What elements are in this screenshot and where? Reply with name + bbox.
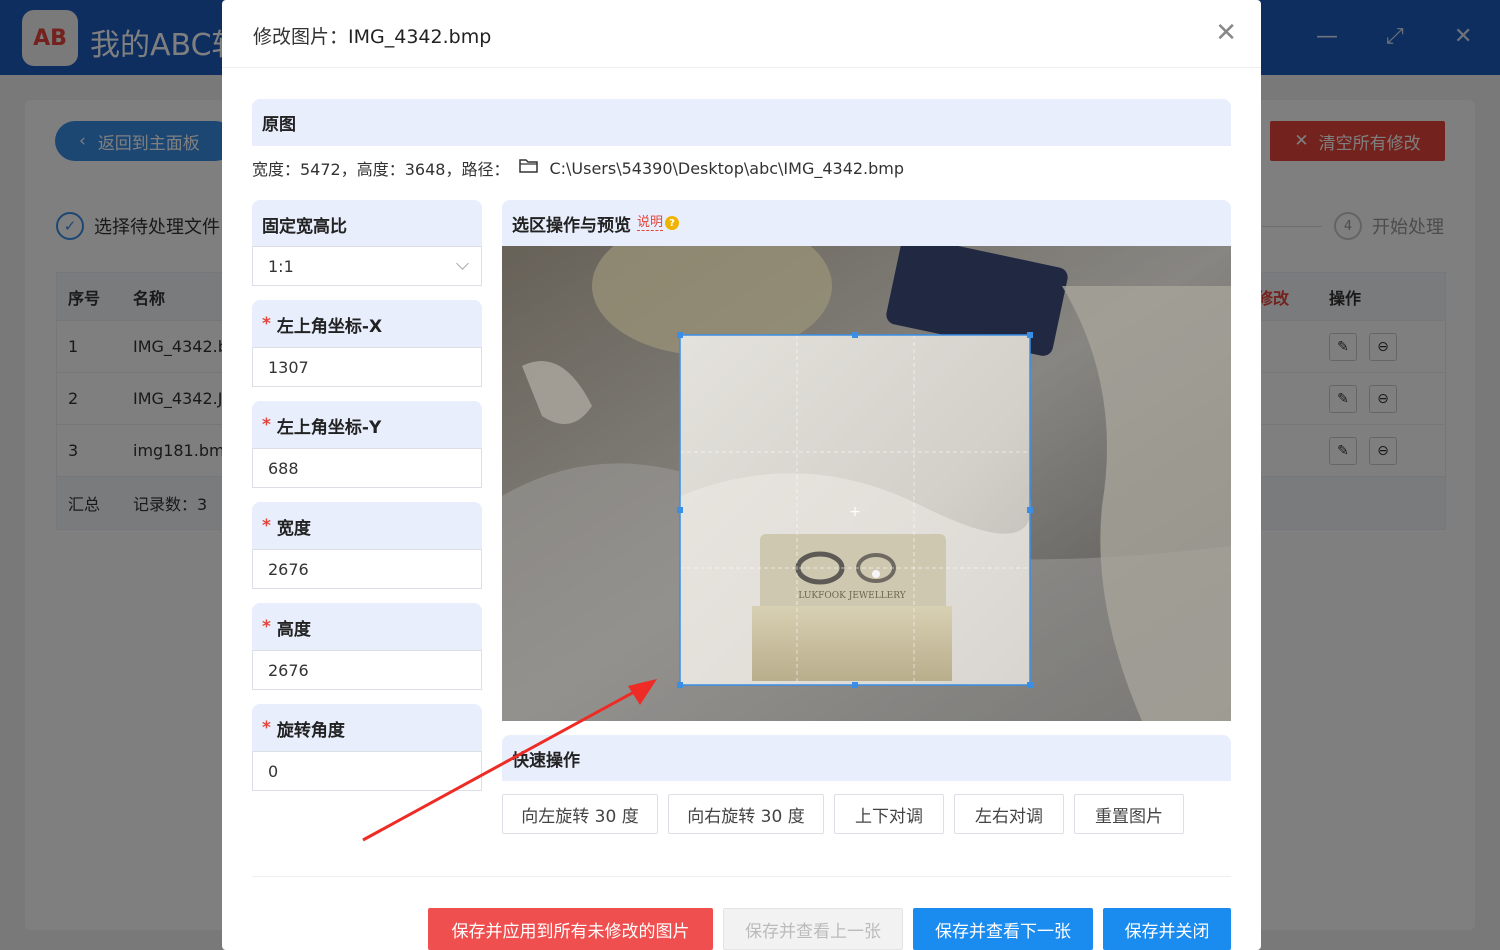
reset-image-button[interactable]: 重置图片 [1074,794,1184,834]
help-icon[interactable]: ? [665,216,680,230]
height-input[interactable]: 2676 [252,650,482,690]
dialog-header: 修改图片：IMG_4342.bmp ✕ [222,0,1261,68]
save-close-button[interactable]: 保存并关闭 [1103,908,1231,950]
crop-center-icon: + [849,504,861,520]
quick-actions-header: 快速操作 [502,735,1231,781]
width-label: * 宽度 [252,502,482,550]
preview-section-header: 选区操作与预览 说明 ? [502,200,1231,246]
folder-icon[interactable] [519,158,539,178]
rotate-right-button[interactable]: 向右旋转 30 度 [668,794,824,834]
footer-divider [252,876,1231,877]
svg-text:LUKFOOK JEWELLERY: LUKFOOK JEWELLERY [798,591,906,601]
rotation-label: * 旋转角度 [252,704,482,752]
save-next-button[interactable]: 保存并查看下一张 [913,908,1093,950]
crop-preview[interactable]: LUKFOOK JEWELLERY + [502,246,1231,721]
aspect-ratio-select[interactable]: 1:1 [252,246,482,286]
flip-horizontal-button[interactable]: 左右对调 [954,794,1064,834]
x-coordinate-label: * 左上角坐标-X [252,300,482,348]
y-coordinate-input[interactable]: 688 [252,448,482,488]
rotation-input[interactable]: 0 [252,751,482,791]
flip-vertical-button[interactable]: 上下对调 [834,794,944,834]
width-input[interactable]: 2676 [252,549,482,589]
save-apply-all-button[interactable]: 保存并应用到所有未修改的图片 [428,908,713,950]
jewellery-box: LUKFOOK JEWELLERY [752,534,952,681]
x-coordinate-input[interactable]: 1307 [252,347,482,387]
height-label: * 高度 [252,603,482,651]
dialog-title: 修改图片：IMG_4342.bmp [253,26,492,48]
chevron-down-icon [456,257,469,270]
save-prev-button[interactable]: 保存并查看上一张 [723,908,903,950]
aspect-ratio-label: 固定宽高比 [252,200,482,248]
edit-image-dialog: 修改图片：IMG_4342.bmp ✕ 原图 宽度：5472，高度：3648，路… [222,0,1261,950]
rotate-left-button[interactable]: 向左旋转 30 度 [502,794,658,834]
help-link[interactable]: 说明 [637,215,664,231]
original-section-header: 原图 [252,99,1231,146]
dialog-close-icon[interactable]: ✕ [1215,20,1237,46]
original-image-info: 宽度：5472，高度：3648，路径： C:\Users\54390\Deskt… [252,158,905,180]
y-coordinate-label: * 左上角坐标-Y [252,401,482,449]
original-path: C:\Users\54390\Desktop\abc\IMG_4342.bmp [549,158,905,178]
